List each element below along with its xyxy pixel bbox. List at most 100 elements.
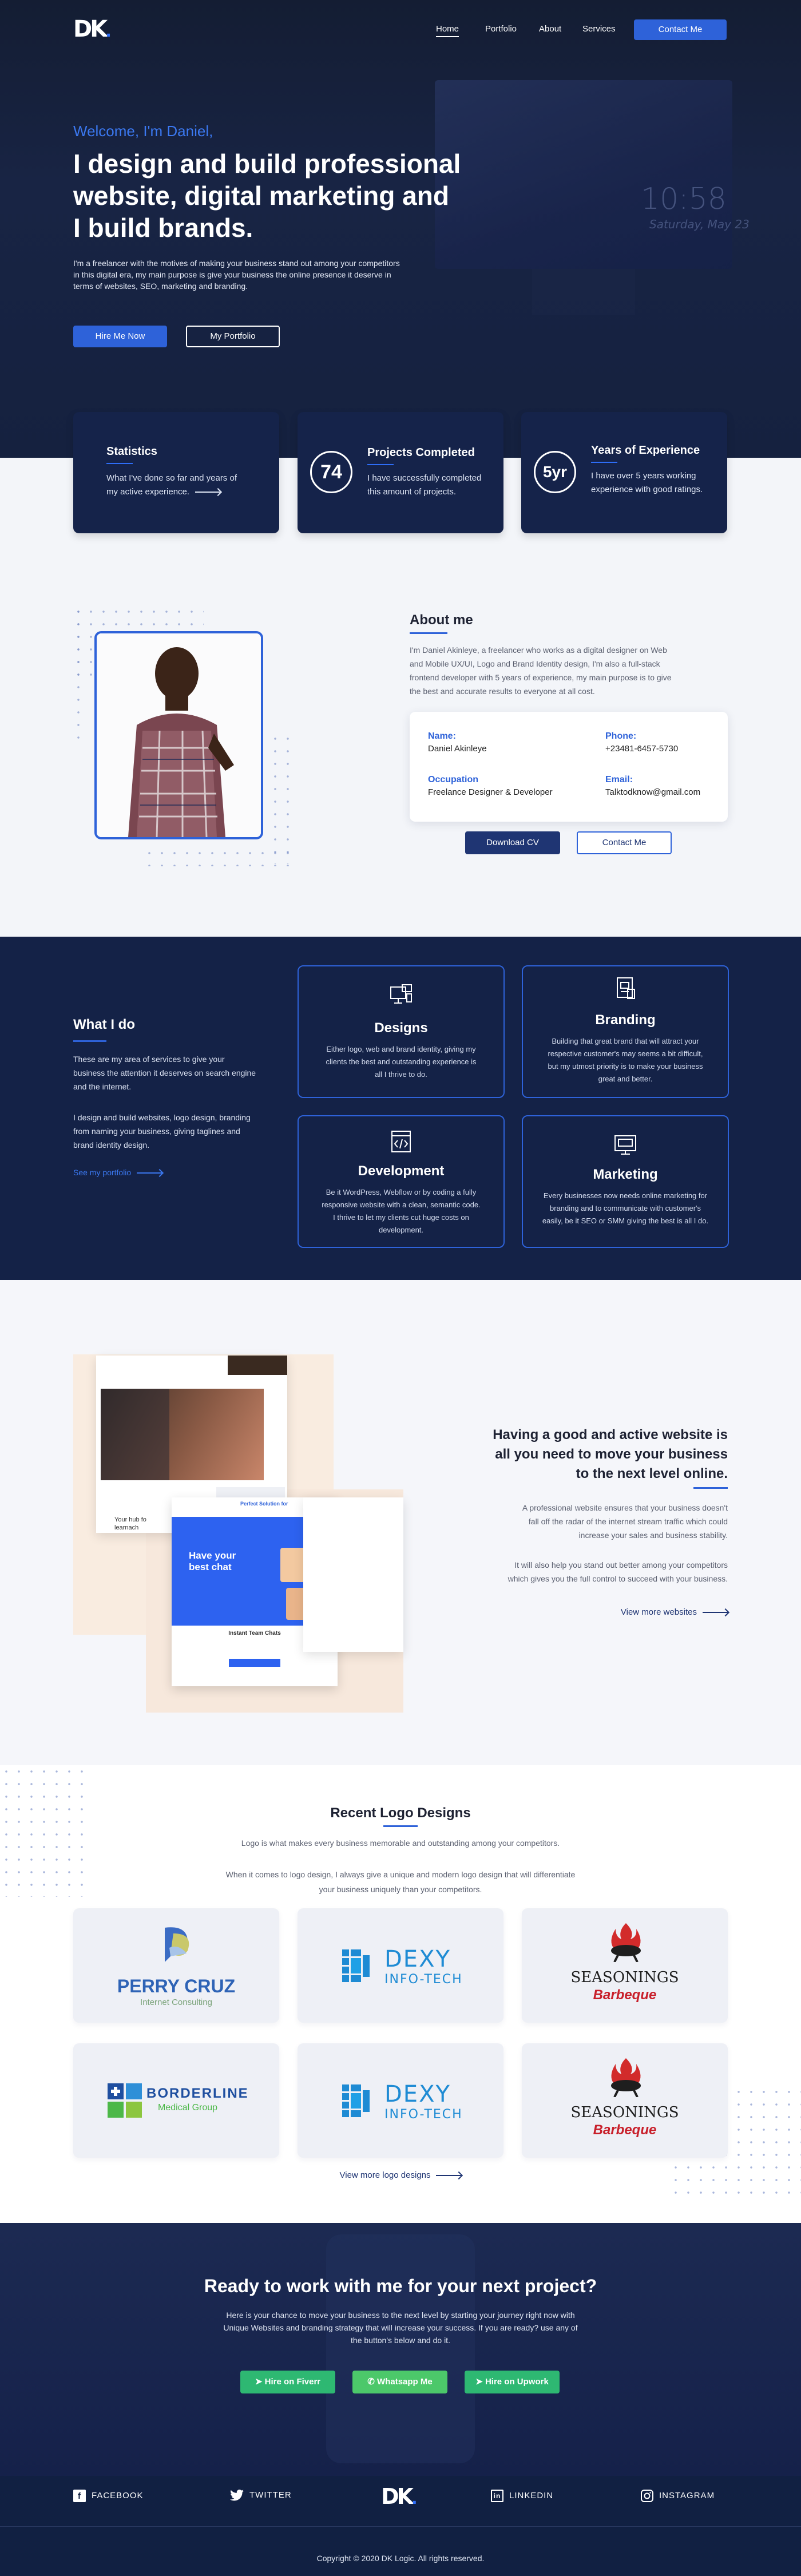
see-portfolio-link-label: See my portfolio [73, 1168, 132, 1177]
service-card-development[interactable]: Development Be it WordPress, Webflow or … [298, 1115, 505, 1248]
site-logo[interactable]: DK. [73, 16, 112, 42]
logo-name: BORDERLINE [146, 2086, 249, 2101]
branding-icon [617, 977, 635, 999]
mockup-chat-title: Have your best chat [189, 1550, 236, 1573]
hero-intro: I'm a freelancer with the motives of mak… [73, 257, 400, 292]
phone-value[interactable]: +23481-6457-5730 [605, 744, 678, 754]
whatsapp-me-label: Whatsapp Me [377, 2377, 433, 2387]
nav-services[interactable]: Services [582, 24, 616, 34]
website-text-line: increase your sales and business stabili… [578, 1531, 728, 1540]
mockup-header-image [228, 1356, 287, 1375]
services-text-line: business the attention it deserves on se… [73, 1068, 256, 1077]
logo-card-borderline[interactable]: BORDERLINE Medical Group [73, 2043, 279, 2158]
website-section: Your hub fo learnach Perfect Solution fo… [0, 1280, 801, 1765]
logo-card-seasonings[interactable]: SEASONINGS Barbeque [522, 1908, 728, 2023]
stat-desc-line: I have successfully completed [367, 473, 482, 483]
service-card-marketing[interactable]: Marketing Every businesses now needs onl… [522, 1115, 729, 1248]
stat-card-experience: 5yr Years of Experience I have over 5 ye… [521, 412, 727, 533]
about-text-line: frontend developer with 5 years of exper… [410, 673, 672, 682]
cta-title: Ready to work with me for your next proj… [204, 2276, 597, 2296]
cta-section: Ready to work with me for your next proj… [0, 2223, 801, 2476]
hero-headline: I design and build professional website,… [73, 148, 461, 244]
services-text-line: I design and build websites, logo design… [73, 1113, 251, 1122]
about-contact-button[interactable]: Contact Me [577, 831, 672, 854]
phone-label: Phone: [605, 731, 637, 741]
about-info-card: Name: Daniel Akinleye Phone: +23481-6457… [410, 712, 728, 822]
service-desc-line: all I thrive to do. [375, 1070, 427, 1079]
stat-title: Statistics [106, 445, 157, 464]
nav-home[interactable]: Home [436, 24, 459, 37]
footer-twitter-link[interactable]: TWITTER [230, 2489, 292, 2501]
website-headline-line: Having a good and active website is [493, 1427, 728, 1442]
logo-text: DK [381, 2484, 414, 2509]
mockup-side-text: Perfect Solution for [240, 1501, 288, 1507]
dot-pattern [72, 605, 85, 743]
service-desc-line: Be it WordPress, Webflow or by coding a … [326, 1188, 477, 1196]
mockup-button [229, 1659, 280, 1667]
whatsapp-me-button[interactable]: ✆ Whatsapp Me [352, 2371, 447, 2393]
hero-section: 10:58 Saturday, May 23 DK. Home Portfoli… [0, 0, 801, 458]
email-value[interactable]: Talktodknow@gmail.com [605, 787, 700, 797]
logo-sub: Barbeque [593, 2122, 657, 2138]
logo-card-seasonings-2[interactable]: SEASONINGS Barbeque [522, 2043, 728, 2158]
logo-sub: Medical Group [158, 2103, 218, 2113]
footer-instagram-link[interactable]: INSTAGRAM [641, 2490, 715, 2502]
service-desc: Every businesses now needs online market… [540, 1190, 711, 1227]
logos-text-2: When it comes to logo design, I always g… [0, 1867, 801, 1897]
service-desc-line: Either logo, web and brand identity, giv… [326, 1045, 476, 1053]
logo-card-perry-cruz[interactable]: PERRY CRUZ Internet Consulting [73, 1908, 279, 2023]
stat-title: Years of Experience [591, 444, 700, 463]
logo-card-dexy[interactable]: DEXY INFO-TECH [298, 1908, 503, 2023]
website-text-line: fall off the radar of the internet strea… [528, 1517, 728, 1526]
projects-count-badge: 74 [310, 451, 352, 493]
instagram-icon [641, 2490, 653, 2502]
view-more-websites-label: View more websites [620, 1607, 697, 1617]
service-desc-line: respective customer's may seems a bit di… [548, 1049, 703, 1058]
footer-logo[interactable]: DK. [381, 2484, 417, 2509]
grill-flame-icon [611, 2058, 641, 2097]
hero-intro-line: I'm a freelancer with the motives of mak… [73, 259, 400, 268]
send-icon: ➤ [255, 2377, 265, 2387]
website-text-1: A professional website ensures that your… [522, 1501, 728, 1542]
services-text-line: brand identity design. [73, 1140, 150, 1150]
services-text-line: These are my area of services to give yo… [73, 1055, 225, 1064]
services-text-2: I design and build websites, logo design… [73, 1111, 251, 1152]
hero-welcome: Welcome, I'm Daniel, [73, 122, 213, 140]
nav-portfolio[interactable]: Portfolio [485, 24, 517, 34]
service-card-branding[interactable]: Branding Building that great brand that … [522, 965, 729, 1098]
view-more-websites-link[interactable]: View more websites [621, 1607, 728, 1617]
see-portfolio-link[interactable]: See my portfolio [73, 1168, 162, 1177]
footer-facebook-link[interactable]: f FACEBOOK [73, 2490, 144, 2502]
logos-section: Recent Logo Designs Logo is what makes e… [0, 1765, 801, 2223]
service-desc-line: great and better. [598, 1075, 653, 1083]
about-title: About me [410, 612, 473, 628]
website-mockup-side [303, 1497, 403, 1652]
nav-about[interactable]: About [539, 24, 561, 34]
download-cv-button[interactable]: Download CV [465, 831, 560, 854]
logo-name: SEASONINGS [570, 2104, 679, 2121]
stat-card-statistics: Statistics What I've done so far and yea… [73, 412, 279, 533]
logo-name: PERRY CRUZ [117, 1976, 236, 1996]
arrow-right-icon [137, 1172, 162, 1174]
stat-desc-line: my active experience. [106, 487, 190, 497]
website-headline-line: to the next level online. [576, 1466, 728, 1481]
hire-on-upwork-button[interactable]: ➤ Hire on Upwork [465, 2371, 560, 2393]
service-desc-line: branding and to communicate with custome… [549, 1204, 701, 1212]
mockup-hero-overlay [101, 1389, 169, 1480]
logo-sub: INFO-TECH [384, 1972, 463, 1987]
view-more-logos-link[interactable]: View more logo designs [0, 2170, 801, 2180]
service-desc: Be it WordPress, Webflow or by coding a … [316, 1186, 486, 1237]
my-portfolio-button[interactable]: My Portfolio [186, 326, 280, 347]
hire-me-button[interactable]: Hire Me Now [73, 326, 167, 347]
footer-linkedin-link[interactable]: in LINKEDIN [491, 2490, 553, 2502]
arrow-right-icon [436, 2175, 462, 2177]
service-card-designs[interactable]: Designs Either logo, web and brand ident… [298, 965, 505, 1098]
service-title: Branding [595, 1012, 656, 1028]
hero-clock-time: 10:58 [641, 182, 727, 216]
hire-on-fiverr-button[interactable]: ➤ Hire on Fiverr [240, 2371, 335, 2393]
services-section: What I do These are my area of services … [0, 937, 801, 1280]
logo-card-dexy-2[interactable]: DEXY INFO-TECH [298, 2043, 503, 2158]
logo-dot: . [411, 2489, 417, 2508]
nav-contact-button[interactable]: Contact Me [634, 19, 727, 40]
about-text-line: the best and accurate results to everyon… [410, 687, 595, 696]
